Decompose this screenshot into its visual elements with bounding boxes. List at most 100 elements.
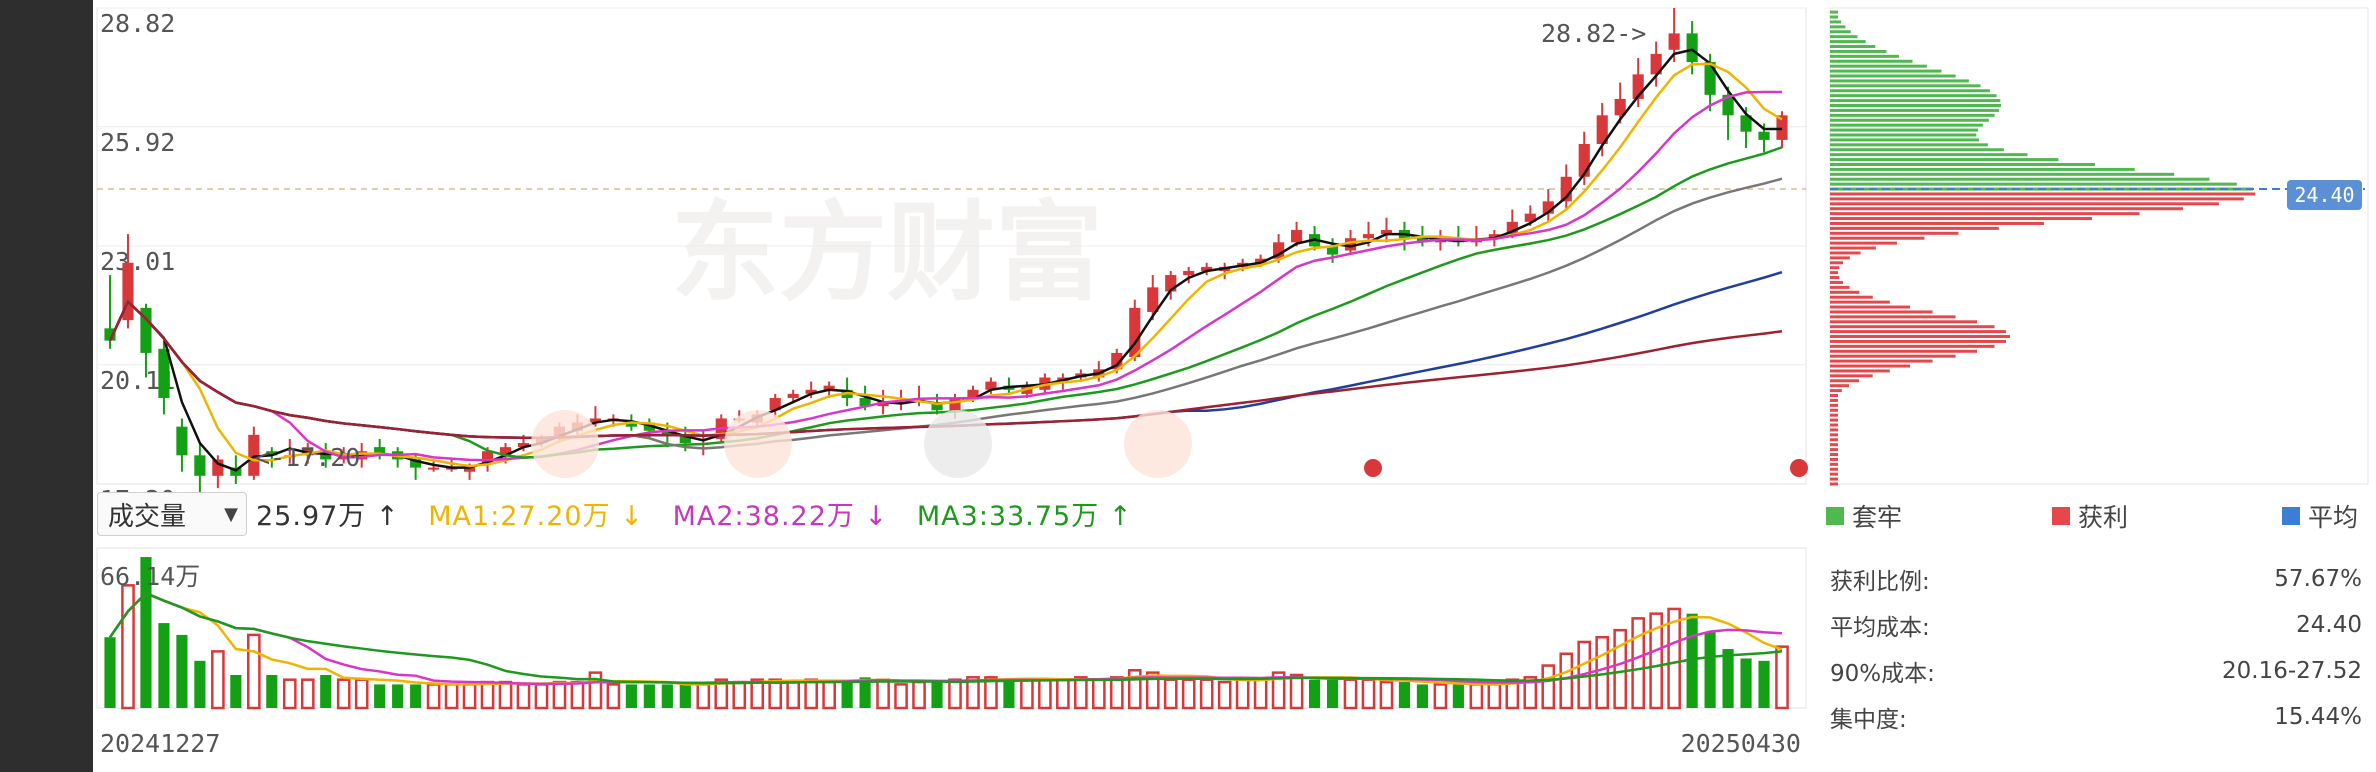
grid-lines [96,7,1807,709]
chip-bar [1830,153,2028,157]
stat-row: 获利比例: 57.67% [1830,556,2362,602]
volume-bar [392,684,404,708]
chip-bar [1830,403,1838,407]
chip-bar [1830,335,2011,339]
stat-label: 集中度: [1830,707,1907,733]
chip-bar [1830,241,1897,245]
volume-bar [822,680,836,710]
chip-bar [1830,266,1840,270]
volume-bar [1308,679,1321,708]
ma1-value: MA1:27.20万 [428,501,611,532]
chip-bar [1830,59,1913,63]
chip-bar [1830,261,1843,265]
chip-bar [1830,226,1999,230]
chip-bar [1830,438,1838,442]
chip-bar [1830,359,1933,363]
volume-max-label: 66.14万 [100,562,200,591]
volume-bars [104,557,1789,710]
volume-bar [1091,678,1106,710]
volume-bar [121,584,135,710]
volume-bar [1020,678,1034,710]
chip-bar [1830,276,1840,280]
volume-bar [282,678,297,710]
chip-bar [1830,212,2140,216]
chip-bar [1830,300,1890,304]
chip-bar [1830,221,2045,225]
volume-bar [948,678,962,710]
volume-bar [1631,617,1645,710]
volume-bar [931,682,943,708]
volume-bar [1235,678,1250,710]
candle-body [1668,33,1680,50]
volume-bar [480,680,495,710]
chip-bar [1830,94,1997,98]
chip-bar [1830,143,1988,147]
volume-bar [444,683,459,710]
candle-body [428,467,440,470]
volume-bar [1613,628,1628,710]
chip-legend: 套牢 获利 平均 [1826,498,2366,534]
chip-bar [1830,133,1977,137]
chip-distribution-bars [1829,7,2369,486]
chip-bar [1830,40,1866,44]
chip-bar [1830,389,1842,393]
stat-row: 90%成本: 20.16-27.52 [1830,648,2362,694]
volume-bar [1253,678,1268,710]
stat-label: 平均成本: [1830,615,1930,641]
chip-bar [1830,413,1838,417]
volume-bar [1181,678,1196,710]
chip-bar [1830,79,1969,83]
indicator-selector[interactable]: 成交量 ▼ [97,492,247,536]
volume-bar [876,678,890,710]
volume-bar [1379,680,1394,710]
price-tick-label: 28.82 [100,9,175,38]
legend-trapped: 套牢 [1826,498,1902,534]
volume-bar [1199,678,1214,710]
candle-body [1362,234,1375,239]
chip-bar [1830,99,2001,103]
volume-bar [696,683,711,710]
chip-bar [1830,217,2092,221]
volume-bar [1487,683,1502,710]
chip-bar [1830,162,2095,166]
legend-profit: 获利 [2052,498,2128,534]
chip-bar [1830,69,1942,73]
legend-average-label: 平均 [2308,503,2359,532]
volume-bar [1416,684,1429,708]
volume-bar [1361,678,1376,710]
legend-average: 平均 [2282,498,2358,534]
volume-bar [410,684,422,708]
stat-row: 平均成本: 24.40 [1830,602,2362,648]
volume-bar [300,678,315,710]
volume-bar [1469,683,1484,710]
volume-bar [534,683,549,710]
price-tick-label: 25.92 [100,128,175,157]
ma3-value: MA3:33.75万 [916,501,1100,532]
chip-bar [1830,320,1978,324]
stat-label: 90%成本: [1830,661,1935,687]
stat-value: 15.44% [2274,704,2362,730]
ma1-arrow: ↓ [620,501,644,532]
volume-bar [661,684,673,708]
volume-bar [1452,684,1464,708]
volume-bar [1541,664,1556,710]
chip-bar [1830,330,2006,334]
nav-button [1124,410,1192,478]
volume-bar [732,680,747,710]
volume-bar [1740,658,1752,708]
chip-bar [1830,35,1858,39]
nav-button [531,410,599,478]
price-axis-labels: 28.8225.9223.0120.1117.20 [100,9,175,514]
chip-bar [1830,182,2237,186]
stat-value: 57.67% [2274,566,2362,592]
volume-bar [498,680,513,710]
chip-bar [1830,379,1860,383]
volume-bar [786,680,801,710]
chip-bar [1830,49,1887,53]
chip-bar [1830,84,1981,88]
ma3-arrow: ↑ [1108,501,1133,532]
chip-bar [1830,394,1838,398]
chip-bar [1830,285,1850,289]
chip-bar [1830,25,1846,29]
chip-bar [1830,354,1956,358]
